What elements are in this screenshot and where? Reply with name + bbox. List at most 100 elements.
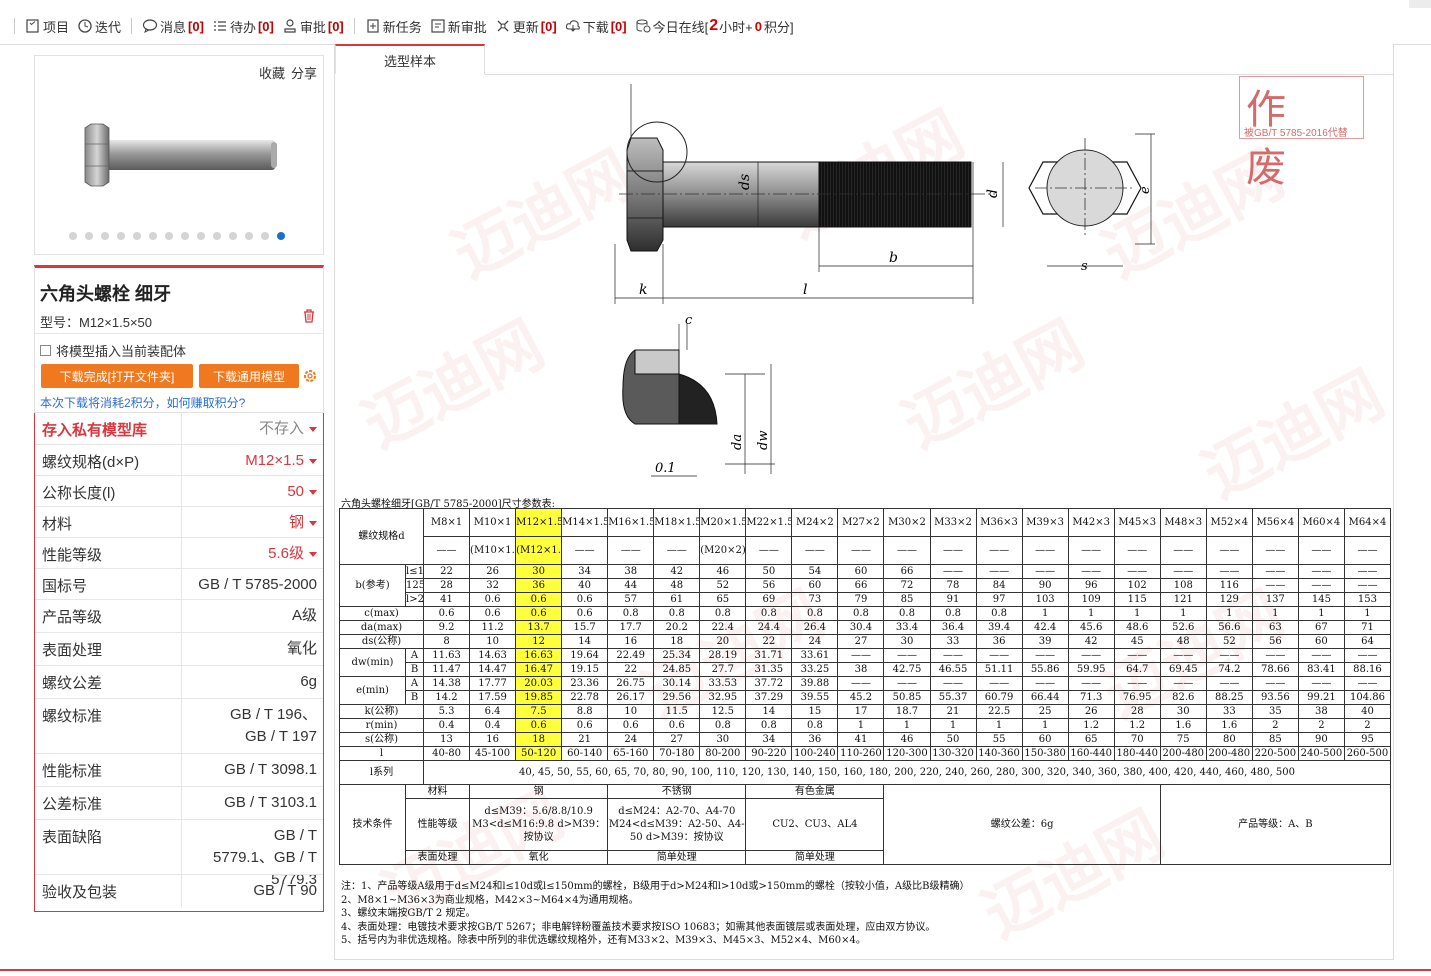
dim-dw: dw [756,431,771,450]
note-line: 注：1、产品等级A级用于d≤M24和l≤10d或l≤150mm的螺栓，B级用于d… [341,881,970,892]
window-top-strip [0,0,1431,8]
table-row: ds(公称) 8 10 12 14 16 18 20 22 24 27 30 33 36 39 42 45 48 5… [339,634,1392,649]
gear-icon[interactable] [302,368,318,384]
property-row[interactable]: 性能等级 5.6级 [35,537,323,568]
table-row: r(min) 0.4 0.4 0.6 0.6 0.6 0.6 0.8 0.8 0.8 1 1 1 1 1 1.… [339,718,1392,733]
drawing-pane: 选型样本 迈迪网 迈迪网 迈迪网 迈迪网 迈迪网 迈迪网 迈迪网 迈迪网 迈迪网… [334,44,1394,960]
caret-down-icon [309,551,317,557]
dim-ds: ds [737,174,753,190]
toolbar-new-approval[interactable]: 新审批 [426,17,491,36]
property-row[interactable]: 存入私有模型库 不存入 [35,413,323,444]
property-row: 公差标准 GB / T 3103.1 [35,786,323,819]
bolt-thumbnail[interactable] [83,118,283,188]
product-info: 六角头螺栓 细牙 型号：M12×1.5×50 将模型插入当前装配体 下载完成[打… [34,265,324,413]
pager-dot[interactable] [133,232,141,240]
table-row: l 40-80 45-100 50-120 60-140 65-160 70-180 80-2… [339,746,1392,761]
pager-dot[interactable] [277,232,285,240]
note-line: 4、表面处理：电镀技术要求按GB/T 5267；非电解锌粉覆盖技术要求按ISO … [341,921,936,933]
download-open-folder-button[interactable]: 下载完成[打开文件夹] [41,364,193,388]
pager-dot[interactable] [85,232,93,240]
pager-dot[interactable] [197,232,205,240]
dim-da: da [730,434,745,450]
share-link[interactable]: 分享 [291,66,317,81]
property-label: 存入私有模型库 [42,422,148,439]
caret-down-icon [309,489,317,495]
property-row[interactable]: 材料 钢 [35,506,323,537]
pager-dot[interactable] [229,232,237,240]
table-row: B 14.2 17.59 19.85 22.78 26.17 29.56 32.95 37.29… [340,690,1392,705]
property-row: 性能标准 GB / T 3098.1 [35,753,323,786]
property-select[interactable]: 钢 [181,512,317,534]
property-select[interactable]: 5.6级 [181,543,317,565]
toolbar-download[interactable]: 下载 [0] [561,17,631,36]
online-icon [636,19,651,33]
approval-icon [284,19,296,33]
property-label: 表面处理 [42,642,103,659]
toolbar-iteration[interactable]: 迭代 [73,17,125,36]
property-label: 螺纹标准 [42,708,103,725]
table-row: l>200410.60.60.6576165697379859197103109… [340,592,1392,607]
dimension-table: 螺纹规格d M8×1 M10×1 M12×1.5 M14×1.5 M16×1.5 M18×1… [339,508,1392,865]
property-select[interactable]: 50 [181,481,317,503]
property-row[interactable]: 公称长度(l) 50 [35,475,323,506]
points-cost-link[interactable]: 本次下载将消耗2积分，如何赚取积分? [40,394,245,411]
pager-dot[interactable] [117,232,125,240]
property-select[interactable]: 不存入 [181,418,317,440]
property-row[interactable]: 螺纹规格(d×P) M12×1.5 [35,444,323,475]
checkbox-box[interactable] [40,345,51,356]
pager-dot[interactable] [149,232,157,240]
toolbar-todo[interactable]: 待办 [0] [208,17,278,36]
table-row: dw(min) A 11.63 14.63 16.63 19.64 22.49 25.34 28… [339,648,1392,677]
property-row: 表面缺陷 GB / T 5779.1、GB / T 5779.3 [35,819,323,888]
toolbar-online-time[interactable]: 今日在线[2 小时+ 0 积分] [631,17,798,36]
pager-dot[interactable] [261,232,269,240]
note-line: 3、螺纹末端按GB/T 2 规定。 [341,908,476,920]
new-approval-icon [431,19,445,33]
toolbar-new-task[interactable]: 新任务 [361,17,426,36]
pager-dot[interactable] [69,232,77,240]
property-row: 产品等级 A级 [35,599,323,632]
model-preview: 收藏 分享 [34,55,324,255]
toolbar-project[interactable]: 项目 [21,17,73,36]
bolt-technical-drawing: k l b ds d e s c da dw 0.1 [614,84,1155,477]
caret-down-icon [309,458,317,464]
dim-e: e [1138,186,1153,194]
property-label: 公差标准 [42,796,103,813]
top-toolbar: 项目 迭代 消息 [0] 待办 [0] 审批 [0] 新任务 新审批 更新 [0] 下载… [0,8,1431,45]
dim-c: c [685,313,693,328]
iteration-icon [78,19,92,33]
toolbar-messages[interactable]: 消息 [0] [138,17,208,36]
toolbar-approval[interactable]: 审批 [0] [278,17,348,36]
pager-dot[interactable] [101,232,109,240]
product-model: 型号：M12×1.5×50 [40,315,153,330]
property-label: 材料 [42,516,73,533]
dim-l: l [803,282,807,298]
toolbar-update[interactable]: 更新 [0] [491,17,561,36]
insert-into-assembly-checkbox[interactable]: 将模型插入当前装配体 [40,341,186,360]
dim-d: d [985,189,1001,198]
table-row: da(max) 9.2 11.2 13.7 15.7 17.7 20.2 22.4 24.4 26… [339,620,1392,635]
property-row: 表面处理 氧化 [35,632,323,665]
download-generic-model-button[interactable]: 下载通用模型 [199,364,299,388]
property-value: GB / T 5785-2000 [198,576,317,593]
pager-dot[interactable] [181,232,189,240]
project-icon [26,19,39,33]
property-row: 国标号 GB / T 5785-2000 [35,568,323,599]
trash-icon[interactable] [301,308,317,324]
property-label: 验收及包装 [42,884,118,901]
pager-dot[interactable] [213,232,221,240]
property-label: 产品等级 [42,609,103,626]
property-label: 国标号 [42,578,88,595]
table-row: 螺纹规格d M8×1 M10×1 M12×1.5 M14×1.5 M16×1.5 M18×1… [339,508,1392,565]
favorite-link[interactable]: 收藏 [259,66,285,81]
caret-down-icon [309,520,317,526]
preview-pager [69,232,293,240]
download-icon [565,20,580,32]
property-select[interactable]: M12×1.5 [181,450,317,472]
update-icon [497,20,509,32]
pager-dot[interactable] [165,232,173,240]
preview-actions: 收藏 分享 [253,63,317,82]
note-line: 5、括号内为非优选规格。除表中所列的非优选螺纹规格外，还有M33×2、M39×3… [341,935,866,947]
table-row: B 11.47 14.47 16.47 19.15 22 24.85 27.7 31.35 33.… [340,662,1392,677]
pager-dot[interactable] [245,232,253,240]
